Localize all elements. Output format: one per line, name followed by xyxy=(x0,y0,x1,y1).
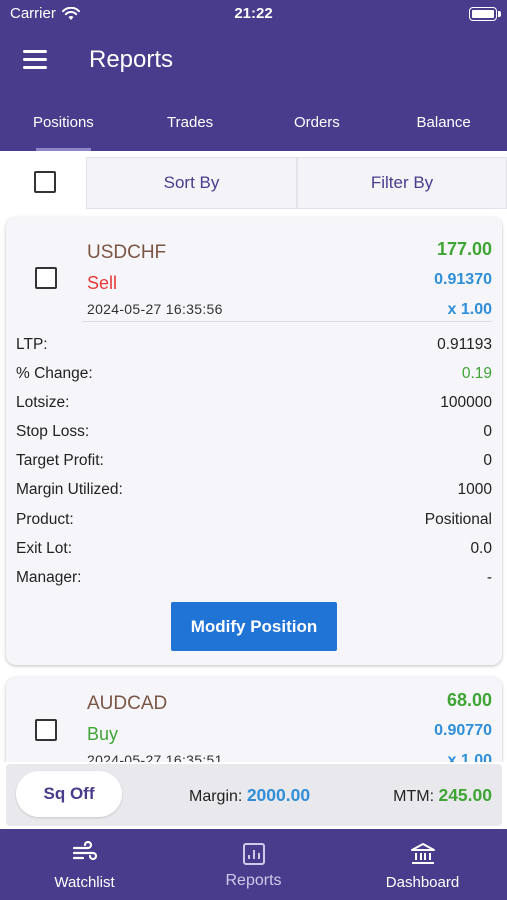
nav-label: Dashboard xyxy=(385,874,460,891)
battery-cap xyxy=(498,11,501,17)
detail-label: Target Profit: xyxy=(16,452,104,469)
detail-row-product: Product: Positional xyxy=(16,511,492,533)
detail-label: Exit Lot: xyxy=(16,540,72,557)
position-symbol: USDCHF xyxy=(87,242,167,263)
menu-icon[interactable] xyxy=(23,50,47,70)
position-lots: x 1.00 xyxy=(447,752,492,762)
report-tabs: Positions Trades Orders Balance xyxy=(0,103,507,151)
app-header: Carrier 21:22 Reports Positions Trades O… xyxy=(0,0,507,151)
sort-filter-bar: Sort By Filter By xyxy=(0,151,507,209)
position-pnl: 68.00 xyxy=(446,690,492,710)
select-all-checkbox[interactable] xyxy=(34,171,56,193)
detail-row-exit-lot: Exit Lot: 0.0 xyxy=(16,540,492,562)
position-side: Sell xyxy=(87,273,118,293)
detail-value: 0 xyxy=(483,423,492,440)
nav-label: Reports xyxy=(225,872,282,889)
position-side: Buy xyxy=(87,724,119,744)
bottom-nav: Watchlist Reports Dashboard xyxy=(0,829,507,900)
position-lots: x 1.00 xyxy=(447,301,492,318)
detail-value: 0.19 xyxy=(461,365,492,382)
position-price: 0.90770 xyxy=(434,722,492,739)
detail-value: 0 xyxy=(483,452,492,469)
report-chart-icon xyxy=(242,843,265,865)
sort-by-button[interactable]: Sort By xyxy=(86,157,297,209)
position-card: USDCHF Sell 2024-05-27 16:35:56 177.00 0… xyxy=(6,217,502,665)
nav-reports[interactable]: Reports xyxy=(169,829,338,900)
battery-icon xyxy=(469,7,497,21)
detail-value: - xyxy=(486,569,492,586)
margin-label: Margin: xyxy=(189,788,243,805)
square-off-button[interactable]: Sq Off xyxy=(16,771,122,817)
filter-by-button[interactable]: Filter By xyxy=(297,157,507,209)
detail-label: Manager: xyxy=(16,569,82,586)
tab-positions[interactable]: Positions xyxy=(0,103,127,151)
position-pnl: 177.00 xyxy=(436,239,492,259)
card-divider xyxy=(82,321,492,322)
modify-position-button[interactable]: Modify Position xyxy=(171,602,337,651)
nav-watchlist[interactable]: Watchlist xyxy=(0,829,169,900)
detail-row-change: % Change: 0.19 xyxy=(16,365,492,387)
page-title: Reports xyxy=(89,46,174,73)
position-checkbox[interactable] xyxy=(35,719,57,741)
position-symbol: AUDCAD xyxy=(87,693,168,714)
tab-trades[interactable]: Trades xyxy=(127,103,254,151)
detail-row-margin-utilized: Margin Utilized: 1000 xyxy=(16,481,492,503)
detail-row-stop-loss: Stop Loss: 0 xyxy=(16,423,492,445)
status-time: 21:22 xyxy=(234,5,273,22)
detail-label: Stop Loss: xyxy=(16,423,90,440)
detail-value: Positional xyxy=(424,511,492,528)
title-row: Reports xyxy=(0,40,507,82)
detail-label: Margin Utilized: xyxy=(16,481,123,498)
mtm-summary: MTM: 245.00 xyxy=(393,785,492,806)
detail-value: 0.0 xyxy=(470,540,492,557)
tab-balance[interactable]: Balance xyxy=(380,103,507,151)
position-price: 0.91370 xyxy=(434,271,492,288)
detail-value: 0.91193 xyxy=(437,336,492,353)
detail-value: 100000 xyxy=(440,394,492,411)
tab-orders[interactable]: Orders xyxy=(254,103,381,151)
mtm-label: MTM: xyxy=(393,788,435,805)
status-bar: Carrier 21:22 xyxy=(0,0,507,28)
positions-summary: Sq Off Margin: 2000.00 MTM: 245.00 xyxy=(6,764,502,826)
detail-label: LTP: xyxy=(16,336,48,353)
nav-label: Watchlist xyxy=(54,874,115,891)
position-datetime: 2024-05-27 16:35:56 xyxy=(87,301,223,317)
detail-row-ltp: LTP: 0.91193 xyxy=(16,336,492,358)
detail-row-target-profit: Target Profit: 0 xyxy=(16,452,492,474)
margin-summary: Margin: 2000.00 xyxy=(189,785,310,806)
margin-value: 2000.00 xyxy=(246,785,311,805)
detail-label: Product: xyxy=(16,511,74,528)
detail-row-lotsize: Lotsize: 100000 xyxy=(16,394,492,416)
positions-list[interactable]: USDCHF Sell 2024-05-27 16:35:56 177.00 0… xyxy=(0,209,507,762)
bank-icon xyxy=(410,843,435,864)
detail-label: Lotsize: xyxy=(16,394,70,411)
position-checkbox[interactable] xyxy=(35,267,57,289)
nav-dashboard[interactable]: Dashboard xyxy=(338,829,507,900)
detail-row-manager: Manager: - xyxy=(16,569,492,591)
wind-icon xyxy=(72,841,97,861)
detail-value: 1000 xyxy=(457,481,492,498)
position-card: AUDCAD Buy 2024-05-27 16:35:51 68.00 0.9… xyxy=(6,677,502,762)
position-datetime: 2024-05-27 16:35:51 xyxy=(87,752,223,762)
detail-label: % Change: xyxy=(16,365,93,382)
mtm-value: 245.00 xyxy=(438,785,492,805)
